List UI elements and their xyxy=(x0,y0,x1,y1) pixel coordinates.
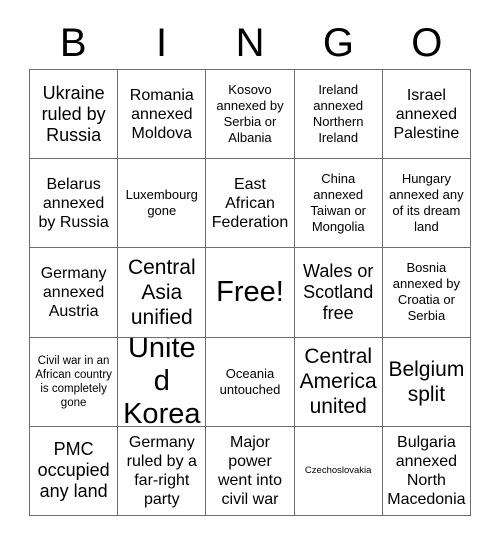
bingo-cell-label: Central Asia unified xyxy=(127,255,196,329)
bingo-cell-label: Bulgaria annexed North Macedonia xyxy=(387,433,466,508)
bingo-cell-label: East African Federation xyxy=(211,175,289,231)
bingo-cell-label: Central America united xyxy=(299,345,377,419)
bingo-cell-label: Israel annexed Palestine xyxy=(393,86,460,142)
bingo-cell-label: Civil war in an African country is compl… xyxy=(35,354,112,409)
bingo-cell-i1[interactable]: Romania annexed Moldova xyxy=(118,70,207,160)
header-letter-b: B xyxy=(59,21,87,65)
bingo-cell-i4[interactable]: United Korea xyxy=(118,337,207,427)
bingo-cell-g1[interactable]: Ireland annexed Northern Ireland xyxy=(294,70,383,160)
bingo-cell-label: Belgium split xyxy=(388,357,465,406)
header-letter-i: I xyxy=(156,21,168,65)
bingo-cell-label: Kosovo annexed by Serbia or Albania xyxy=(216,82,284,146)
bingo-cell-g4[interactable]: Central America united xyxy=(294,337,383,427)
bingo-cell-g3[interactable]: Wales or Scotland free xyxy=(294,248,383,338)
bingo-cell-n2[interactable]: East African Federation xyxy=(206,159,295,249)
bingo-cell-label: Wales or Scotland free xyxy=(303,260,374,323)
bingo-cell-label: PMC occupied any land xyxy=(37,439,110,502)
bingo-cell-label: Oceania untouched xyxy=(219,365,281,397)
free-space-label: Free! xyxy=(216,275,284,308)
bingo-cell-label: United Korea xyxy=(123,337,201,427)
header-letter-n: N xyxy=(235,21,265,65)
bingo-cell-label: Major power went into civil war xyxy=(217,433,283,508)
header-letter-o: O xyxy=(411,21,443,65)
bingo-cell-n5[interactable]: Major power went into civil war xyxy=(206,426,295,516)
bingo-header: B I N G O xyxy=(29,18,471,68)
bingo-cell-label: Germany annexed Austria xyxy=(40,264,107,320)
bingo-cell-i5[interactable]: Germany ruled by a far-right party xyxy=(118,426,207,516)
bingo-cell-b1[interactable]: Ukraine ruled by Russia xyxy=(30,70,119,160)
bingo-cell-label: Bosnia annexed by Croatia or Serbia xyxy=(392,260,460,324)
bingo-card: B I N G O Ukraine ruled by Russia Romani… xyxy=(0,0,500,544)
header-letter-g: G xyxy=(322,21,354,65)
bingo-cell-o4[interactable]: Belgium split xyxy=(382,337,471,427)
bingo-cell-i2[interactable]: Luxembourg gone xyxy=(118,159,207,249)
bingo-cell-label: China annexed Taiwan or Mongolia xyxy=(310,171,367,235)
bingo-cell-o1[interactable]: Israel annexed Palestine xyxy=(382,70,471,160)
bingo-cell-i3[interactable]: Central Asia unified xyxy=(118,248,207,338)
bingo-cell-b2[interactable]: Belarus annexed by Russia xyxy=(30,159,119,249)
bingo-grid: Ukraine ruled by Russia Romania annexed … xyxy=(29,69,471,516)
bingo-cell-free-space[interactable]: Free! xyxy=(206,248,295,338)
bingo-cell-label: Romania annexed Moldova xyxy=(129,86,194,142)
bingo-cell-o5[interactable]: Bulgaria annexed North Macedonia xyxy=(382,426,471,516)
bingo-cell-label: Hungary annexed any of its dream land xyxy=(389,171,464,235)
bingo-cell-n4[interactable]: Oceania untouched xyxy=(206,337,295,427)
bingo-cell-n1[interactable]: Kosovo annexed by Serbia or Albania xyxy=(206,70,295,160)
bingo-cell-label: Germany ruled by a far-right party xyxy=(126,433,197,508)
bingo-cell-label: Belarus annexed by Russia xyxy=(38,175,109,231)
bingo-cell-b3[interactable]: Germany annexed Austria xyxy=(30,248,119,338)
bingo-cell-label: Ireland annexed Northern Ireland xyxy=(312,82,364,146)
bingo-cell-g5[interactable]: Czechoslovakia xyxy=(294,426,383,516)
bingo-cell-label: Luxembourg gone xyxy=(125,187,198,219)
bingo-cell-label: Czechoslovakia xyxy=(304,464,372,476)
bingo-cell-label: Ukraine ruled by Russia xyxy=(41,82,106,145)
bingo-cell-o3[interactable]: Bosnia annexed by Croatia or Serbia xyxy=(382,248,471,338)
bingo-cell-o2[interactable]: Hungary annexed any of its dream land xyxy=(382,159,471,249)
bingo-cell-b5[interactable]: PMC occupied any land xyxy=(30,426,119,516)
bingo-cell-g2[interactable]: China annexed Taiwan or Mongolia xyxy=(294,159,383,249)
bingo-cell-b4[interactable]: Civil war in an African country is compl… xyxy=(30,337,119,427)
